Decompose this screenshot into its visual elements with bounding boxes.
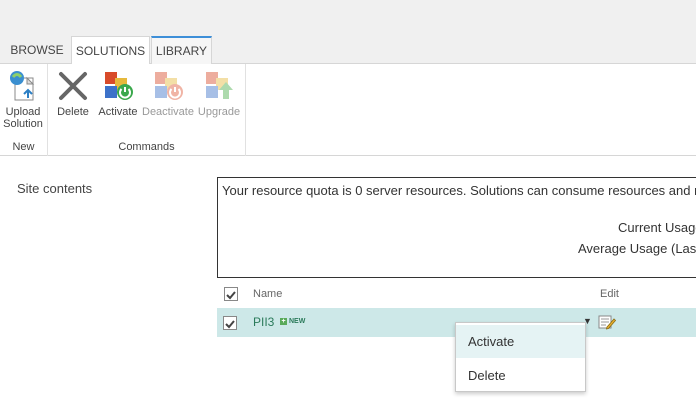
deactivate-label: Deactivate: [142, 106, 194, 118]
delete-label: Delete: [57, 106, 89, 118]
deactivate-icon: [155, 72, 183, 100]
menu-item-delete[interactable]: Delete: [456, 359, 585, 392]
activate-icon: [105, 72, 133, 100]
ribbon-group-commands: Delete Activate Deactivate Upgrade Comma…: [48, 64, 246, 156]
group-label-new: New: [12, 141, 35, 153]
activate-button[interactable]: Activate: [97, 68, 139, 118]
average-usage-label: Average Usage (Last: [578, 241, 696, 256]
ribbon-tabs: BROWSE SOLUTIONS LIBRARY: [0, 36, 696, 65]
upload-solution-button[interactable]: Upload Solution: [3, 68, 43, 130]
solution-name-link[interactable]: PII3: [253, 315, 274, 329]
item-context-menu: Activate Delete: [455, 322, 586, 392]
column-header-edit: Edit: [600, 288, 619, 300]
ribbon: Upload Solution New Delete Activate Deac…: [0, 64, 696, 156]
quota-message: Your resource quota is 0 server resource…: [222, 183, 696, 198]
leftnav-site-contents[interactable]: Site contents: [17, 181, 92, 196]
new-badge: + NEW: [280, 318, 305, 325]
upload-label-line2: Solution: [3, 118, 43, 130]
new-badge-text: NEW: [289, 318, 306, 325]
edit-icon[interactable]: [598, 314, 616, 330]
checkmark-icon: [225, 320, 235, 329]
ribbon-group-new: Upload Solution New: [0, 64, 48, 156]
row-checkbox[interactable]: [223, 316, 237, 330]
upload-label-line1: Upload: [5, 106, 41, 118]
column-header-name[interactable]: Name: [253, 288, 282, 300]
tab-library[interactable]: LIBRARY: [151, 36, 212, 64]
delete-button[interactable]: Delete: [55, 68, 91, 118]
current-usage-label: Current Usage: [618, 220, 696, 235]
deactivate-button[interactable]: Deactivate: [142, 68, 194, 118]
upgrade-label: Upgrade: [197, 106, 241, 118]
menu-item-activate[interactable]: Activate: [456, 325, 585, 358]
tab-solutions[interactable]: SOLUTIONS: [71, 36, 150, 65]
upload-icon: [10, 71, 35, 101]
tab-browse[interactable]: BROWSE: [8, 36, 66, 64]
checkmark-icon: [226, 291, 236, 300]
upgrade-button[interactable]: Upgrade: [196, 68, 242, 118]
group-label-commands: Commands: [118, 141, 175, 153]
new-plus-icon: +: [280, 318, 287, 325]
activate-label: Activate: [98, 106, 138, 118]
delete-x-icon: [59, 72, 87, 100]
resource-quota-box: Your resource quota is 0 server resource…: [217, 177, 696, 278]
suite-bar: [0, 0, 696, 36]
select-all-checkbox[interactable]: [224, 287, 238, 301]
upgrade-icon: [206, 72, 233, 99]
